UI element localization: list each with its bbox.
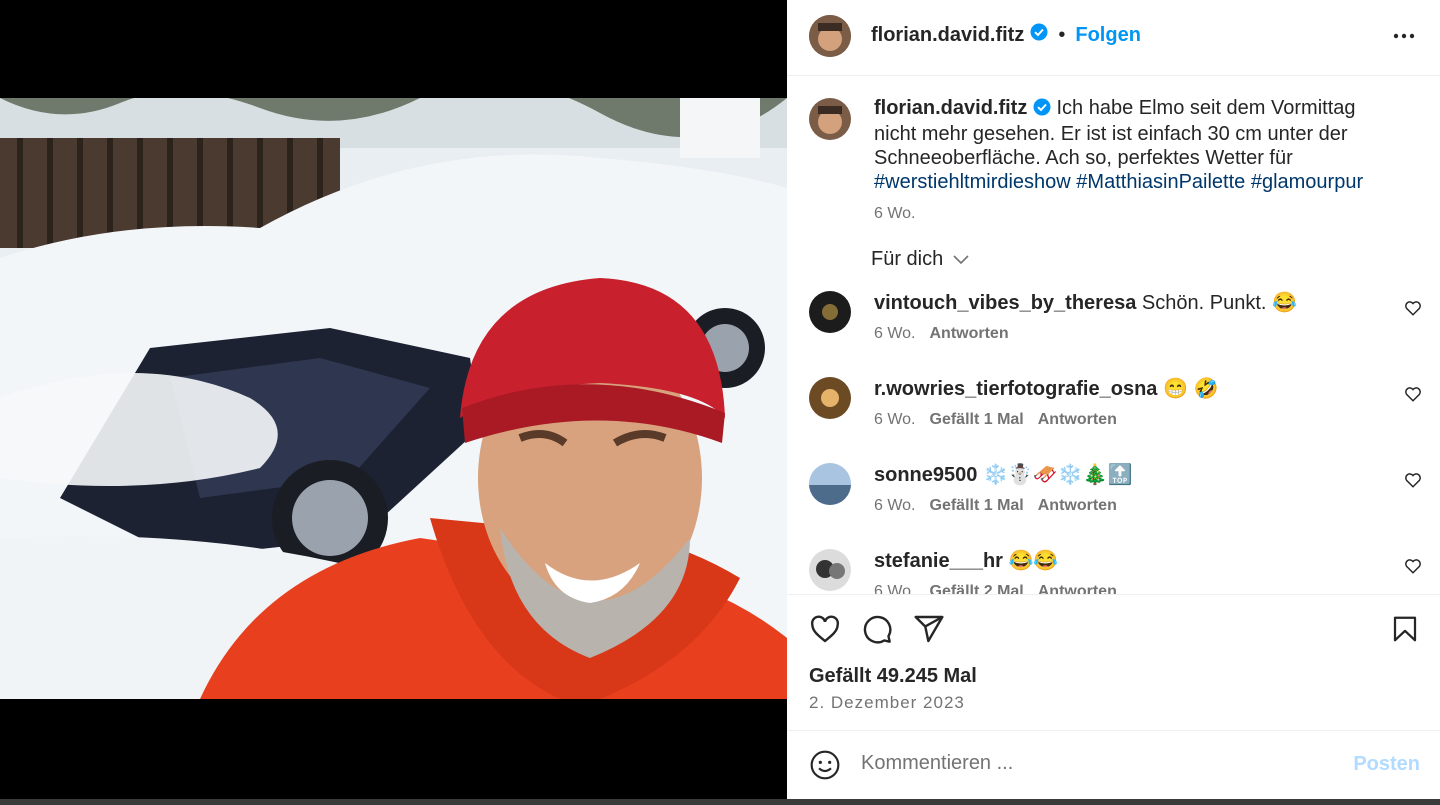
avatar[interactable] [809,98,851,140]
comment-input[interactable] [859,751,1333,776]
comment-username[interactable]: stefanie___hr [874,550,1003,572]
comment-likes[interactable]: Gefällt 2 Mal [930,583,1024,594]
verified-icon [1033,98,1051,122]
avatar[interactable] [809,15,851,57]
comment-text: 😂😂 [1008,550,1059,572]
heart-icon[interactable] [1404,471,1422,494]
comment-item: vintouch_vibes_by_theresa Schön. Punkt. … [787,291,1440,371]
heart-icon[interactable] [809,613,841,650]
header-user: florian.david.fitz • Folgen [871,23,1141,47]
comment-time: 6 Wo. [874,411,916,428]
more-icon[interactable] [1392,26,1416,51]
author-username[interactable]: florian.david.fitz [871,24,1024,47]
snow-selfie-image [0,98,787,699]
reply-button[interactable]: Antworten [1038,411,1117,428]
sort-label: Für dich [871,248,944,270]
reply-button[interactable]: Antworten [930,325,1009,342]
verified-icon [1030,23,1048,47]
post-panel: florian.david.fitz • Folgen florian.davi… [787,0,1440,799]
reply-button[interactable]: Antworten [1038,497,1117,514]
comment-time: 6 Wo. [874,583,916,594]
comment-text: ❄️☃️🛷❄️🎄🔝 [982,464,1133,486]
heart-icon[interactable] [1404,299,1422,322]
separator-dot: • [1058,23,1066,46]
comments-section[interactable]: florian.david.fitz Ich habe Elmo seit de… [787,76,1440,594]
comment-time: 6 Wo. [874,497,916,514]
emoji-icon[interactable] [809,749,841,786]
post-caption: florian.david.fitz Ich habe Elmo seit de… [874,96,1394,226]
commenter-avatar-image [809,377,851,419]
comment-likes[interactable]: Gefällt 1 Mal [930,411,1024,428]
caption-username[interactable]: florian.david.fitz [874,97,1027,119]
follow-button[interactable]: Folgen [1075,24,1141,47]
caption-time: 6 Wo. [874,205,916,222]
comment-username[interactable]: vintouch_vibes_by_theresa [874,292,1136,314]
bookmark-icon[interactable] [1390,613,1420,650]
heart-icon[interactable] [1404,385,1422,408]
comment-composer: Posten [787,730,1440,800]
post-comment-button[interactable]: Posten [1353,753,1420,776]
caption-hashtags[interactable]: #werstiehltmirdieshow #MatthiasinPailett… [874,171,1363,193]
comment-icon[interactable] [861,613,893,650]
post-photo[interactable] [0,98,787,699]
comment-time: 6 Wo. [874,325,916,342]
chevron-down-icon [953,248,969,271]
comment-item: sonne9500 ❄️☃️🛷❄️🎄🔝 6 Wo. Gefällt 1 Mal An… [787,463,1440,543]
author-avatar-image [809,15,851,57]
comment-sort-dropdown[interactable]: Für dich [871,248,969,271]
commenter-avatar-image [809,549,851,591]
share-icon[interactable] [913,613,945,650]
post-date: 2. Dezember 2023 [809,693,965,712]
post-actions: Gefällt 49.245 Mal 2. Dezember 2023 [787,594,1440,730]
post-media [0,0,787,805]
avatar[interactable] [809,463,851,505]
comment-item: stefanie___hr 😂😂 6 Wo. Gefällt 2 Mal Antwo… [787,549,1440,594]
comment-username[interactable]: sonne9500 [874,464,977,486]
commenter-avatar-image [809,463,851,505]
avatar[interactable] [809,377,851,419]
commenter-avatar-image [809,291,851,333]
comment-text: 😁 🤣 [1162,378,1219,400]
avatar[interactable] [809,549,851,591]
comment-item: r.wowries_tierfotografie_osna 😁 🤣 6 Wo. G… [787,377,1440,457]
author-avatar-image [809,98,851,140]
comment-username[interactable]: r.wowries_tierfotografie_osna [874,378,1157,400]
comment-text: Schön. Punkt. 😂 [1141,292,1297,314]
like-count[interactable]: Gefällt 49.245 Mal [809,665,977,688]
heart-icon[interactable] [1404,557,1422,580]
post-header: florian.david.fitz • Folgen [787,0,1440,76]
comment-likes[interactable]: Gefällt 1 Mal [930,497,1024,514]
reply-button[interactable]: Antworten [1038,583,1117,594]
avatar[interactable] [809,291,851,333]
